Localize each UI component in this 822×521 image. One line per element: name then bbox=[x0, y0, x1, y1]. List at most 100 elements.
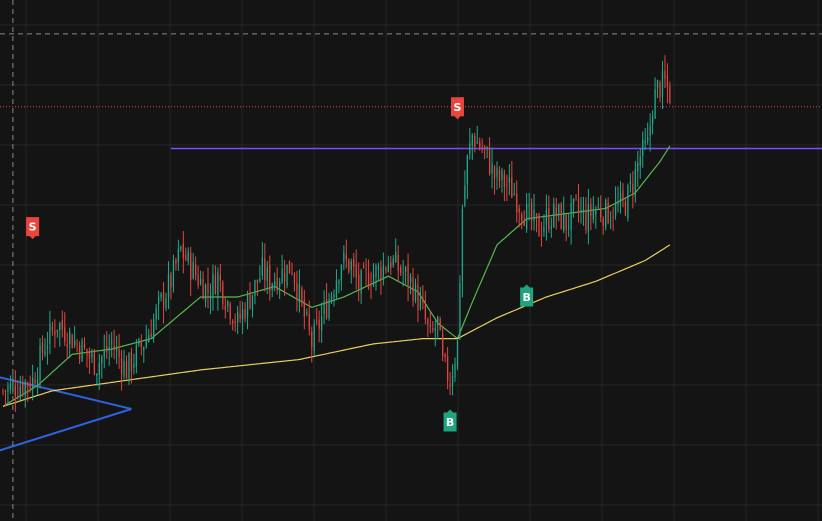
marker-label: S bbox=[29, 221, 37, 234]
chart-canvas[interactable]: S B B S bbox=[0, 0, 822, 521]
candle bbox=[162, 281, 165, 324]
candle bbox=[140, 334, 142, 356]
candle bbox=[476, 125, 478, 144]
candle-body bbox=[2, 390, 4, 392]
candle-body bbox=[31, 377, 34, 390]
candle bbox=[464, 170, 466, 208]
candle-body bbox=[17, 396, 19, 398]
candle-body bbox=[664, 70, 666, 79]
candle bbox=[644, 128, 646, 151]
candle bbox=[629, 173, 632, 193]
candle-body bbox=[338, 280, 340, 284]
candle bbox=[565, 214, 567, 242]
candle bbox=[419, 287, 422, 311]
candle-body bbox=[138, 339, 140, 345]
candle-body bbox=[209, 297, 212, 299]
candle bbox=[86, 348, 88, 368]
candle-body bbox=[511, 177, 513, 198]
candle bbox=[251, 294, 254, 318]
candle bbox=[29, 375, 31, 393]
candle bbox=[612, 206, 614, 232]
candle bbox=[622, 182, 624, 208]
candle-body bbox=[629, 181, 632, 185]
candle-body bbox=[333, 294, 335, 299]
candle-body bbox=[170, 273, 172, 288]
candle bbox=[511, 160, 513, 199]
candle-body bbox=[449, 384, 451, 387]
candle bbox=[66, 332, 68, 359]
candle-body bbox=[133, 363, 135, 368]
candle-body bbox=[644, 140, 646, 144]
candle bbox=[427, 317, 429, 338]
candle-body bbox=[266, 267, 268, 281]
candle bbox=[372, 263, 375, 288]
candle bbox=[202, 271, 204, 300]
candle bbox=[543, 214, 545, 237]
candle bbox=[259, 265, 261, 283]
candle bbox=[585, 197, 587, 234]
candle bbox=[128, 352, 130, 385]
candle bbox=[617, 186, 619, 213]
candle-body bbox=[157, 297, 160, 305]
candle-body bbox=[365, 269, 367, 271]
candle-body bbox=[330, 295, 333, 302]
candle-body bbox=[358, 274, 360, 290]
candle-body bbox=[486, 146, 488, 148]
candle bbox=[449, 371, 451, 395]
candle-body bbox=[518, 208, 520, 213]
candle bbox=[375, 263, 377, 291]
candle bbox=[76, 339, 78, 353]
candle-body bbox=[46, 346, 49, 349]
candle bbox=[224, 297, 226, 319]
candle bbox=[385, 266, 387, 274]
candle-body bbox=[666, 75, 669, 88]
candle-body bbox=[572, 198, 575, 204]
candle-body bbox=[528, 205, 530, 207]
candle-body bbox=[274, 281, 276, 288]
candle bbox=[207, 267, 209, 309]
candle-body bbox=[491, 163, 493, 174]
candle bbox=[316, 307, 318, 325]
candle-body bbox=[656, 80, 659, 88]
candle bbox=[123, 349, 125, 380]
candle bbox=[548, 195, 550, 233]
candle bbox=[466, 154, 469, 199]
candle bbox=[44, 338, 46, 358]
candle bbox=[4, 389, 7, 407]
candle-body bbox=[118, 348, 120, 357]
candle bbox=[34, 372, 36, 385]
candle bbox=[2, 388, 4, 396]
candle bbox=[402, 259, 404, 287]
candle-body bbox=[316, 320, 318, 322]
candle-body bbox=[88, 353, 91, 359]
candle-body bbox=[427, 319, 429, 325]
candle-body bbox=[192, 261, 194, 279]
candle-body bbox=[328, 299, 330, 319]
candle bbox=[525, 193, 528, 233]
chart-background bbox=[0, 0, 822, 521]
candle-body bbox=[605, 200, 607, 228]
candle bbox=[407, 253, 409, 302]
candle bbox=[523, 210, 525, 227]
candle-body bbox=[224, 305, 226, 310]
candle bbox=[340, 264, 343, 291]
candle-body bbox=[237, 311, 239, 322]
candle bbox=[254, 279, 256, 305]
candle bbox=[264, 243, 266, 292]
price-chart[interactable]: S B B S bbox=[0, 0, 822, 521]
candle bbox=[311, 326, 313, 363]
candle-body bbox=[148, 335, 150, 343]
candle bbox=[22, 375, 24, 398]
candle bbox=[358, 262, 360, 302]
marker-label: B bbox=[522, 291, 530, 304]
candle-body bbox=[535, 213, 538, 217]
candle bbox=[493, 165, 496, 195]
marker-label: B bbox=[446, 416, 454, 429]
candle bbox=[283, 260, 286, 296]
candle-body bbox=[24, 381, 26, 395]
candle-body bbox=[474, 136, 476, 147]
candle-body bbox=[135, 344, 138, 367]
candle-body bbox=[199, 278, 202, 284]
candle bbox=[614, 186, 617, 220]
candle-body bbox=[488, 148, 491, 174]
